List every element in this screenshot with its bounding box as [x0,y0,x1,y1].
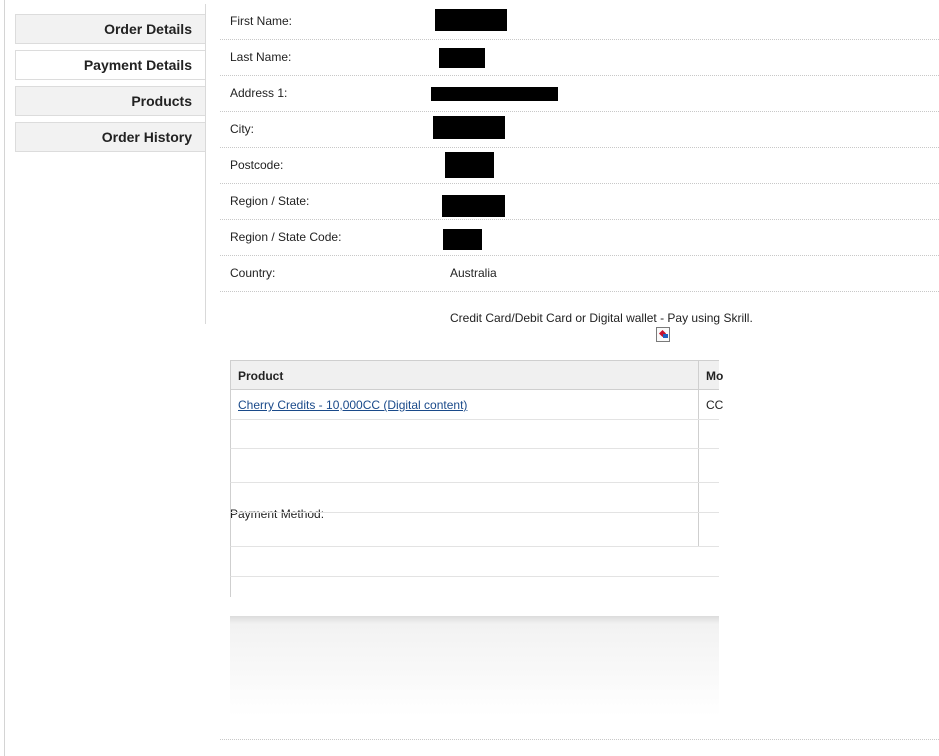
column-divider [698,513,699,546]
field-row-postcode: Postcode: [220,148,939,184]
redacted-value [435,9,507,31]
field-label: First Name: [230,14,293,28]
tab-order-history[interactable]: Order History [15,122,206,152]
column-divider [698,449,699,482]
field-row-last-name: Last Name: [220,40,939,76]
field-row-address-1: Address 1: [220,76,939,112]
field-label: Country: [230,266,276,280]
table-row-empty [230,577,719,597]
page-left-border [4,0,5,756]
field-label: Region / State Code: [230,230,342,244]
redacted-value [439,48,485,68]
tabs-divider [205,4,206,324]
table-header: Product Mo [230,360,723,390]
table-row-empty [230,420,719,449]
column-header-product: Product [238,369,284,383]
field-row-region-state: Region / State: [220,184,939,220]
field-label: City: [230,122,254,136]
field-label: Last Name: [230,50,292,64]
tab-products[interactable]: Products [15,86,206,116]
redacted-value [443,229,482,250]
tab-order-details[interactable]: Order Details [15,14,206,44]
column-divider [698,420,699,448]
table-row-empty [230,547,719,577]
field-row-country: Country: Australia [220,256,939,292]
redacted-value [433,116,505,139]
field-value-country: Australia [450,266,497,280]
field-label: Region / State: [230,194,310,208]
field-label: Postcode: [230,158,284,172]
table-footer-shadow [230,616,719,716]
column-header-mo: Mo [706,369,724,383]
tab-list: Order Details Payment Details Products O… [15,14,206,158]
field-row-city: City: [220,112,939,148]
column-divider [698,361,699,389]
table-row: Cherry Credits - 10,000CC (Digital conte… [230,390,723,420]
field-label: Address 1: [230,86,288,100]
product-link[interactable]: Cherry Credits - 10,000CC (Digital conte… [238,398,467,412]
product-table: Product Mo Cherry Credits - 10,000CC (Di… [230,360,723,597]
redacted-value [431,87,558,101]
field-row-first-name: First Name: [220,4,939,40]
column-divider [698,483,699,512]
column-divider [698,390,699,419]
table-row-empty [230,513,719,547]
skrill-logo-icon[interactable] [656,327,670,342]
field-row-region-state-code: Region / State Code: [220,220,939,256]
table-row-empty [230,449,719,483]
table-cell: CC [706,398,724,412]
redacted-value [445,152,494,178]
table-row-empty [230,483,719,513]
tab-payment-details[interactable]: Payment Details [15,50,206,80]
payment-method-description: Credit Card/Debit Card or Digital wallet… [450,311,753,325]
redacted-value [442,195,505,217]
